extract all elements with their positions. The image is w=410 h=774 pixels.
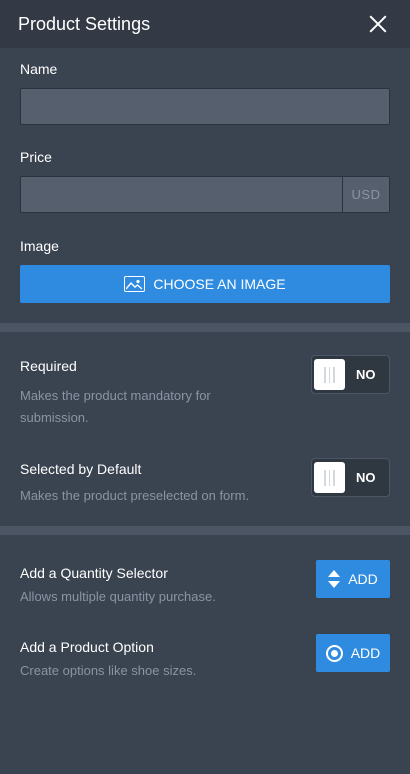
- required-description: Makes the product mandatory for submissi…: [20, 388, 211, 425]
- selected-default-toggle-state: NO: [356, 470, 376, 485]
- add-quantity-selector-button[interactable]: ADD: [316, 560, 390, 598]
- add-quantity-label: ADD: [348, 571, 378, 587]
- selected-default-row: Selected by Default Makes the product pr…: [20, 458, 390, 507]
- name-input[interactable]: [21, 89, 389, 124]
- section-divider: [0, 526, 410, 535]
- section-divider: [0, 323, 410, 332]
- choose-image-label: CHOOSE AN IMAGE: [153, 276, 286, 292]
- product-settings-panel: Product Settings Name Price USD Image CH…: [0, 0, 410, 722]
- price-label: Price: [20, 149, 52, 165]
- choose-image-button[interactable]: CHOOSE AN IMAGE: [20, 265, 390, 303]
- add-product-option-button[interactable]: ADD: [316, 634, 390, 672]
- selected-default-title: Selected by Default: [20, 461, 142, 477]
- image-label: Image: [20, 238, 59, 254]
- panel-header: Product Settings: [0, 0, 410, 48]
- radio-icon: [325, 644, 343, 662]
- name-field-wrapper: [20, 88, 390, 125]
- selected-default-toggle[interactable]: NO: [311, 458, 390, 497]
- product-option-title: Add a Product Option: [20, 639, 154, 655]
- basic-info-section: Name Price USD Image CHOOSE AN IMAGE: [0, 48, 410, 323]
- quantity-selector-title: Add a Quantity Selector: [20, 565, 168, 581]
- add-option-label: ADD: [350, 645, 381, 661]
- panel-title: Product Settings: [18, 13, 151, 34]
- toggle-knob: [314, 359, 345, 390]
- close-icon[interactable]: [367, 13, 389, 35]
- quantity-selector-row: Add a Quantity Selector Allows multiple …: [20, 560, 390, 608]
- required-row: Required Makes the product mandatory for…: [20, 355, 390, 429]
- stepper-icon: [328, 570, 341, 588]
- product-option-description: Create options like shoe sizes.: [20, 663, 197, 678]
- selected-default-description: Makes the product preselected on form.: [20, 488, 250, 503]
- price-field-wrapper: USD: [20, 176, 390, 213]
- name-label: Name: [20, 61, 58, 77]
- required-toggle[interactable]: NO: [311, 355, 390, 394]
- required-title: Required: [20, 358, 77, 374]
- currency-label: USD: [342, 177, 389, 212]
- add-ons-section: Add a Quantity Selector Allows multiple …: [0, 535, 410, 722]
- product-option-row: Add a Product Option Create options like…: [20, 634, 390, 682]
- toggles-section: Required Makes the product mandatory for…: [0, 332, 410, 526]
- toggle-knob: [314, 462, 345, 493]
- price-input[interactable]: [21, 177, 342, 212]
- required-toggle-state: NO: [356, 367, 376, 382]
- quantity-selector-description: Allows multiple quantity purchase.: [20, 589, 216, 604]
- image-icon: [124, 276, 146, 292]
